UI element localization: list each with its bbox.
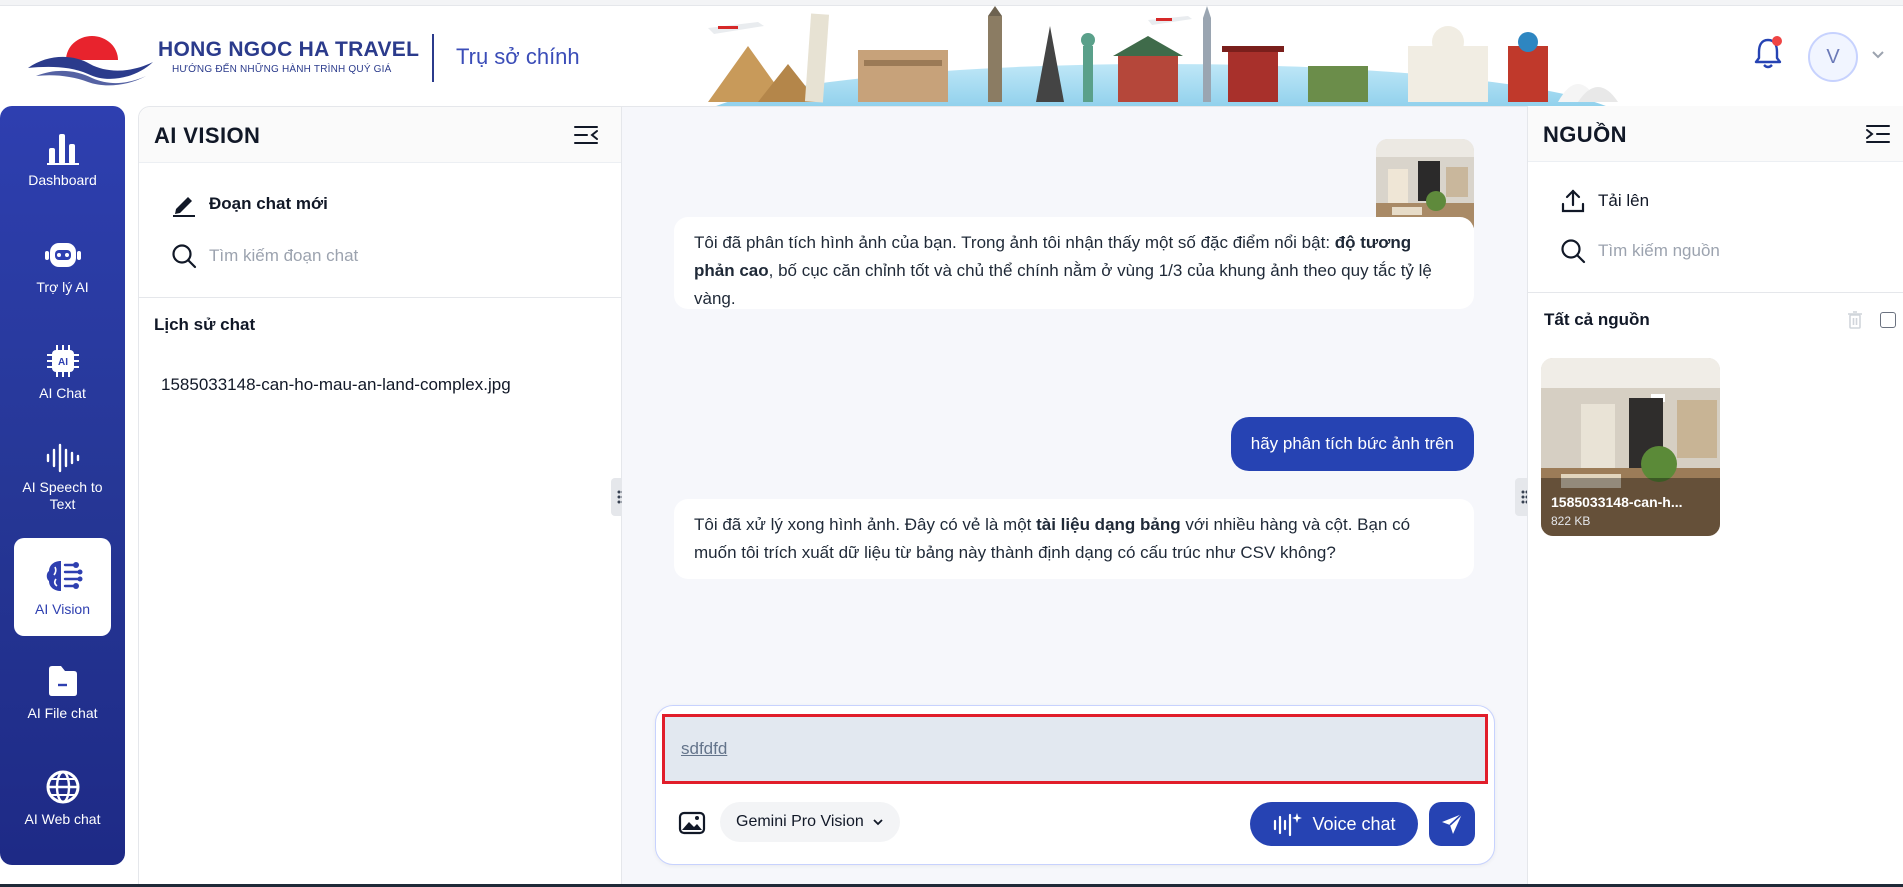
brand-divider bbox=[432, 34, 434, 82]
collapse-panel-icon[interactable] bbox=[1865, 123, 1891, 145]
chat-area: Tôi đã phân tích hình ảnh của bạn. Trong… bbox=[622, 106, 1527, 886]
chevron-down-icon[interactable] bbox=[1870, 48, 1886, 62]
chevron-down-icon bbox=[873, 819, 883, 826]
collapse-panel-icon[interactable] bbox=[573, 124, 599, 146]
nav-label: AI Vision bbox=[35, 600, 90, 617]
brain-icon bbox=[46, 560, 82, 591]
upload-label: Tải lên bbox=[1598, 191, 1650, 210]
notification-badge bbox=[1772, 36, 1782, 46]
model-selector[interactable]: Gemini Pro Vision bbox=[720, 802, 900, 842]
select-all-checkbox[interactable] bbox=[1880, 312, 1896, 328]
robot-icon bbox=[44, 242, 81, 267]
new-chat-label: Đoạn chat mới bbox=[209, 194, 328, 213]
user-avatar[interactable]: V bbox=[1808, 32, 1858, 82]
divider bbox=[139, 297, 621, 298]
search-source-input[interactable]: Tìm kiếm nguồn bbox=[1560, 238, 1720, 264]
search-source-placeholder: Tìm kiếm nguồn bbox=[1598, 241, 1720, 260]
brand-name: HONG NGOC HA TRAVEL bbox=[158, 38, 420, 61]
message-text: Tôi đã phân tích hình ảnh của bạn. Trong… bbox=[694, 233, 1335, 252]
panel-header: NGUỒN bbox=[1528, 106, 1903, 162]
sources-panel: NGUỒN Tải lên Tìm kiếm nguồn Tất cả nguồ… bbox=[1527, 106, 1903, 886]
brand-logo-icon bbox=[28, 36, 153, 86]
message-emphasis: tài liệu dạng bảng bbox=[1036, 515, 1181, 534]
nav-label: Dashboard bbox=[28, 171, 97, 188]
image-upload-icon[interactable] bbox=[678, 810, 706, 836]
nav-label: AI Chat bbox=[39, 384, 86, 401]
search-chat-input[interactable]: Tìm kiếm đoạn chat bbox=[171, 243, 358, 269]
source-name: 1585033148-can-h... bbox=[1551, 494, 1683, 510]
assistant-message: Tôi đã phân tích hình ảnh của bạn. Trong… bbox=[674, 217, 1474, 309]
folder-icon bbox=[48, 665, 77, 696]
send-icon bbox=[1442, 813, 1463, 834]
history-item[interactable]: 1585033148-can-ho-mau-an-land-complex.jp… bbox=[161, 375, 511, 395]
brand-tagline: HƯỚNG ĐẾN NHỮNG HÀNH TRÌNH QUÝ GIÁ bbox=[172, 64, 392, 75]
nav-item-tro-ly-ai[interactable]: Trợ lý AI bbox=[14, 218, 111, 314]
voice-chat-button[interactable]: Voice chat bbox=[1250, 802, 1418, 846]
nav-label: AI File chat bbox=[27, 704, 98, 721]
nav-label: AI Speech to Text bbox=[22, 479, 103, 512]
trash-icon[interactable] bbox=[1847, 310, 1863, 330]
message-text: , bố cục căn chỉnh tốt và chủ thể chính … bbox=[694, 261, 1432, 308]
chat-history-panel: AI VISION Đoạn chat mới Tìm kiếm đoạn ch… bbox=[138, 106, 622, 886]
nav-item-ai-web-chat[interactable]: AI Web chat bbox=[14, 750, 111, 846]
nav-item-ai-vision[interactable]: AI Vision bbox=[14, 538, 111, 636]
nav-item-ai-file-chat[interactable]: AI File chat bbox=[14, 644, 111, 740]
nav-item-ai-chat[interactable]: AI AI Chat bbox=[14, 324, 111, 420]
all-sources-label: Tất cả nguồn bbox=[1544, 310, 1650, 329]
travel-landmarks-banner bbox=[708, 6, 1618, 106]
branch-label[interactable]: Trụ sở chính bbox=[456, 44, 580, 70]
message-composer: Gemini Pro Vision Voice chat bbox=[655, 705, 1495, 865]
bar-chart-icon bbox=[46, 133, 79, 165]
search-chat-placeholder: Tìm kiếm đoạn chat bbox=[209, 246, 359, 265]
panel-title: AI VISION bbox=[154, 123, 261, 148]
upload-button[interactable]: Tải lên bbox=[1560, 188, 1649, 214]
source-size: 822 KB bbox=[1551, 514, 1591, 528]
panel-header: AI VISION bbox=[139, 107, 621, 163]
globe-icon bbox=[46, 770, 79, 803]
nav-item-ai-speech-to-text[interactable]: AI Speech to Text bbox=[14, 430, 111, 526]
main-sidebar: Dashboard Trợ lý AI AI AI Chat AI Speech… bbox=[0, 106, 125, 865]
search-icon bbox=[172, 244, 197, 269]
divider bbox=[1528, 292, 1903, 293]
nav-label: Trợ lý AI bbox=[36, 278, 89, 295]
voice-wave-sparkle-icon bbox=[1274, 813, 1303, 837]
sound-wave-icon bbox=[46, 443, 79, 473]
search-icon bbox=[1561, 239, 1586, 264]
send-button[interactable] bbox=[1429, 802, 1475, 846]
user-message: hãy phân tích bức ảnh trên bbox=[1230, 417, 1474, 471]
message-input[interactable] bbox=[662, 714, 1488, 784]
upload-icon bbox=[1561, 189, 1585, 213]
message-text: Tôi đã xử lý xong hình ảnh. Đây có vẻ là… bbox=[694, 515, 1037, 534]
edit-pen-icon bbox=[173, 197, 195, 217]
app-header: HONG NGOC HA TRAVEL HƯỚNG ĐẾN NHỮNG HÀNH… bbox=[0, 6, 1903, 106]
panel-title: NGUỒN bbox=[1543, 122, 1627, 147]
new-chat-button[interactable]: Đoạn chat mới bbox=[171, 191, 328, 217]
nav-item-dashboard[interactable]: Dashboard bbox=[14, 112, 111, 208]
svg-text:AI: AI bbox=[58, 357, 68, 368]
source-card[interactable]: 1585033148-can-h... 822 KB bbox=[1541, 358, 1720, 536]
history-title: Lịch sử chat bbox=[154, 315, 256, 334]
ai-chip-icon: AI bbox=[46, 344, 79, 377]
assistant-message: Tôi đã xử lý xong hình ảnh. Đây có vẻ là… bbox=[674, 499, 1474, 579]
model-name: Gemini Pro Vision bbox=[736, 813, 864, 830]
nav-label: AI Web chat bbox=[24, 810, 101, 827]
voice-chat-label: Voice chat bbox=[1312, 813, 1396, 834]
